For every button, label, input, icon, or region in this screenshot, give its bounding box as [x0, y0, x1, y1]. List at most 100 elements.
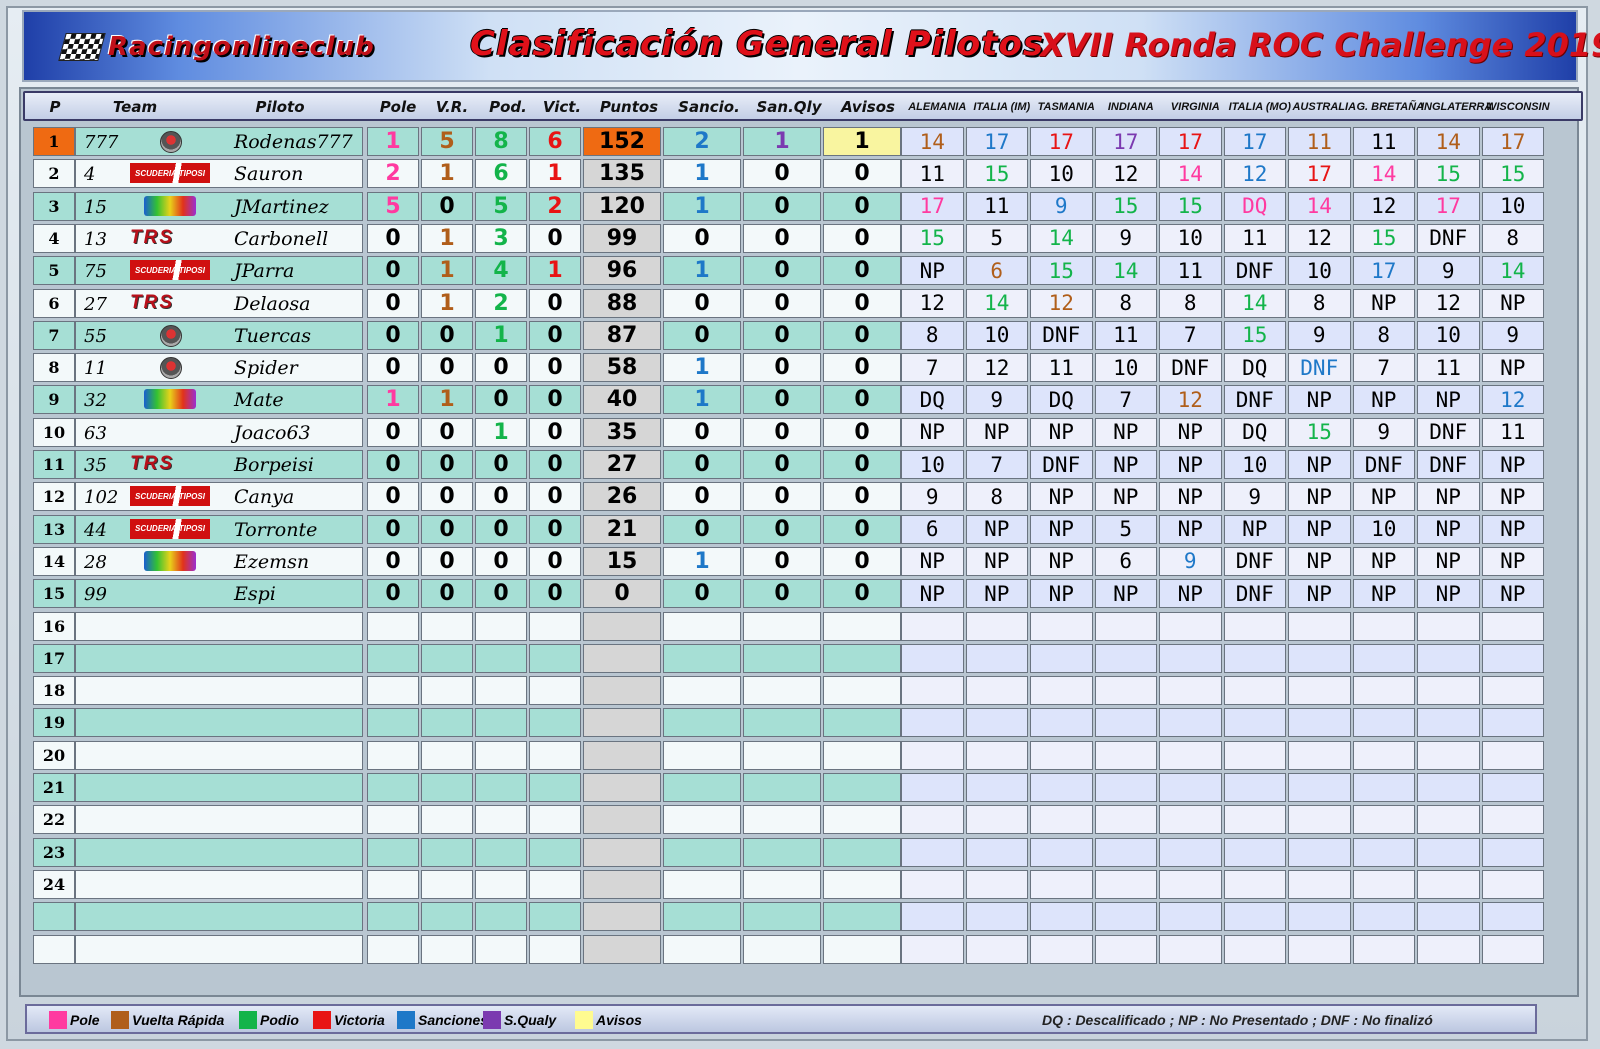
col-race-6: AUSTRALIA [1292, 101, 1357, 113]
driver-name: Joaco63 [234, 421, 311, 444]
col-pole: Pole [379, 98, 417, 116]
col-team: Team [112, 98, 158, 116]
race-result-cell: NP [1481, 450, 1544, 479]
warnings-cell: 0 [823, 450, 901, 479]
race-result-cell: 10 [1223, 450, 1286, 479]
car-number: 15 [84, 196, 107, 218]
position-cell: 16 [33, 611, 75, 641]
race-result-cell [965, 869, 1028, 899]
race-result-cell [1288, 805, 1351, 835]
table-row [33, 902, 1563, 934]
race-result-cell: 17 [901, 191, 964, 221]
race-result-cell [1481, 643, 1544, 673]
pole-cell [367, 643, 419, 673]
sanqly-cell [743, 708, 821, 738]
pole-cell: 0 [367, 256, 419, 286]
podium-cell [475, 708, 527, 738]
race-result-cell: DQ [1223, 417, 1286, 447]
race-result-cell: 10 [1094, 353, 1157, 383]
trs-logo-icon: TRS [130, 453, 174, 474]
podium-cell: 3 [475, 223, 527, 253]
race-result-cell [1030, 805, 1093, 835]
race-result-cell [1481, 805, 1544, 835]
warnings-cell [823, 676, 901, 706]
roc-badge-icon [160, 131, 182, 153]
podium-cell: 8 [475, 127, 527, 156]
race-result-cell: NP [1481, 579, 1544, 609]
pole-cell: 0 [367, 223, 419, 253]
warnings-cell [823, 643, 901, 673]
race-result-cell [1159, 902, 1222, 932]
race-result-cell: 17 [1159, 127, 1222, 156]
race-result-cell [1481, 740, 1544, 770]
fastlap-cell: 5 [421, 127, 473, 156]
race-result-cell: 12 [1030, 288, 1093, 318]
race-result-cell [1159, 708, 1222, 738]
race-result-cell [965, 837, 1028, 867]
podium-cell [475, 643, 527, 673]
table-row: 19 [33, 708, 1563, 740]
race-result-cell: 11 [965, 191, 1028, 221]
race-result-cell: 8 [1481, 223, 1544, 253]
legend-label: Vuelta Rápida [132, 1012, 225, 1028]
race-result-cell: 11 [1481, 417, 1544, 447]
podium-cell: 2 [475, 288, 527, 318]
race-result-cell [1352, 902, 1415, 932]
col-race-1: ITALIA (IM) [973, 101, 1031, 113]
race-result-cell: DNF [1223, 546, 1286, 576]
position-cell: 12 [33, 482, 75, 512]
race-result-cell: 11 [1417, 353, 1480, 383]
race-result-cell: 12 [1352, 191, 1415, 221]
race-result-cell [965, 740, 1028, 770]
race-result-cell [1094, 611, 1157, 641]
team-logo: SCUDERIA TIPOSI [130, 518, 214, 541]
warnings-cell: 0 [823, 223, 901, 253]
race-result-cell [1030, 740, 1093, 770]
warnings-cell [823, 773, 901, 802]
position-cell: 14 [33, 546, 75, 576]
race-result-cell: NP [1288, 482, 1351, 512]
position-cell: 21 [33, 773, 75, 802]
sanqly-cell [743, 676, 821, 706]
team-logo: TRS [130, 227, 214, 250]
position-cell: 8 [33, 353, 75, 383]
race-result-cell: DQ [1223, 191, 1286, 221]
race-result-cell: NP [1352, 546, 1415, 576]
sanction-cell: 0 [663, 320, 741, 350]
car-number: 11 [84, 358, 107, 380]
points-cell: 40 [583, 385, 661, 415]
table-row: 4 13 TRS Carbonell 0 1 3 0 99 0 0 0 15 5 14 9 10 11 12 15 DN… [33, 223, 1563, 256]
points-cell [583, 773, 661, 802]
race-result-cell [1094, 643, 1157, 673]
podium-cell: 4 [475, 256, 527, 286]
victory-cell: 0 [529, 579, 581, 609]
sanqly-cell [743, 643, 821, 673]
driver-cell: 777 Rodenas777 [75, 127, 363, 156]
race-result-cell: 11 [1223, 223, 1286, 253]
podium-cell: 1 [475, 417, 527, 447]
race-result-cell: 14 [1094, 256, 1157, 286]
scuderia-logo-icon: SCUDERIA TIPOSI [130, 518, 210, 539]
race-result-cell: NP [901, 256, 964, 286]
race-result-cell [901, 676, 964, 706]
col-avisos: Avisos [841, 98, 895, 116]
victory-cell: 6 [529, 127, 581, 156]
race-result-cell: NP [1288, 514, 1351, 544]
race-result-cell: 6 [965, 256, 1028, 286]
sanqly-cell: 0 [743, 450, 821, 479]
race-result-cell [1030, 902, 1093, 932]
race-result-cell: 5 [965, 223, 1028, 253]
race-result-cell: DNF [1417, 417, 1480, 447]
car-number: 13 [84, 228, 107, 250]
points-cell [583, 869, 661, 899]
race-result-cell [1352, 708, 1415, 738]
race-result-cell [1481, 837, 1544, 867]
legend-item: Victoria [313, 1011, 385, 1029]
driver-cell [75, 708, 363, 738]
position-cell [33, 902, 75, 932]
points-cell: 15 [583, 546, 661, 576]
points-cell [583, 611, 661, 641]
table-row: 3 15 JMartinez 5 0 5 2 120 1 0 0 17 11 9 15 15 DQ 14 12 17 1… [33, 191, 1563, 224]
sanqly-cell: 0 [743, 546, 821, 576]
trs-logo-icon: TRS [130, 226, 174, 248]
